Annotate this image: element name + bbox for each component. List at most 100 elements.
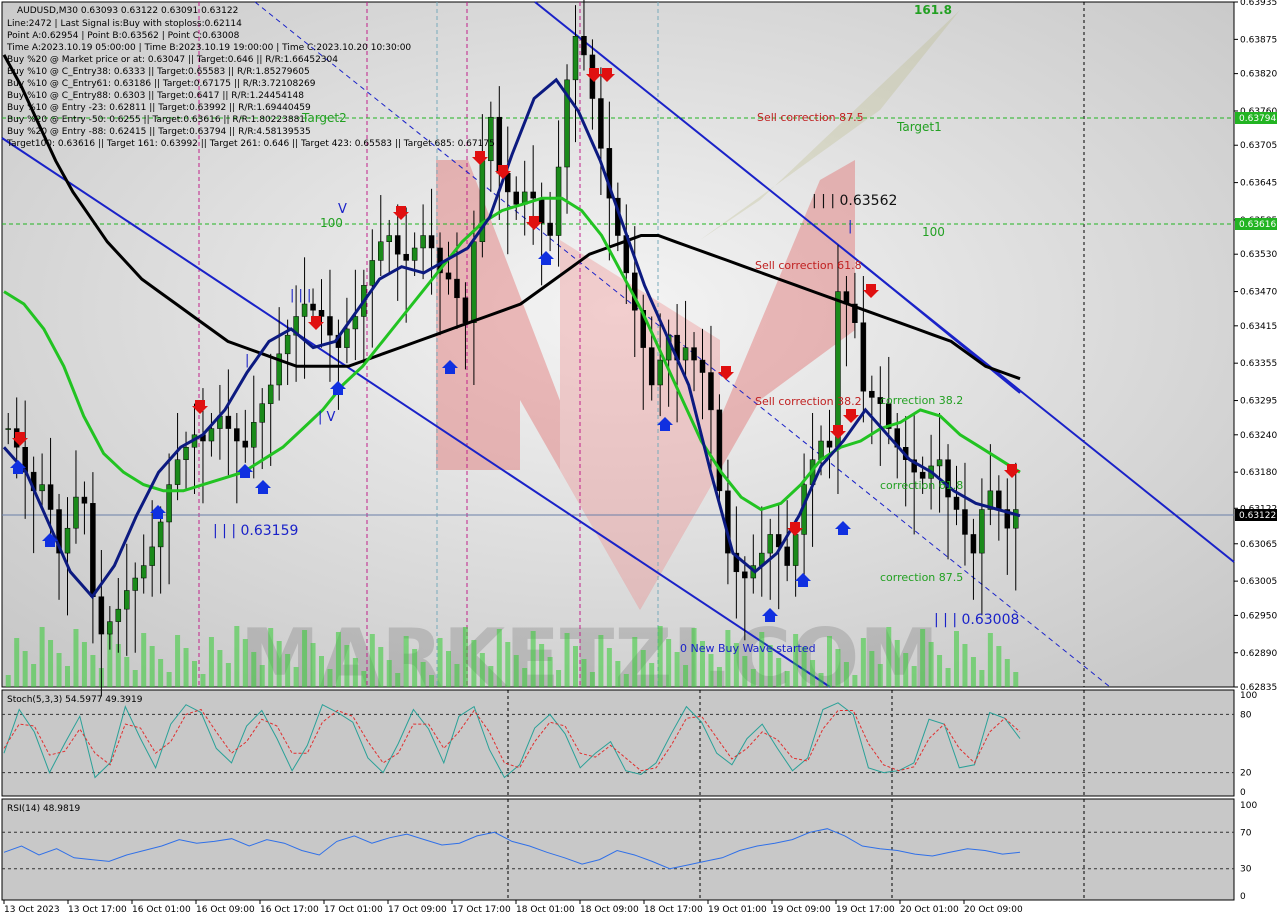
volume-bar <box>141 633 147 687</box>
volume-bar <box>158 659 164 687</box>
volume-bar <box>708 654 714 687</box>
candle-body <box>5 428 11 430</box>
info-line-6: Buy %10 @ C_Entry61: 0.63186 || Target:0… <box>7 79 316 89</box>
candle-body <box>39 484 45 492</box>
wave-b1-label: | <box>848 219 852 234</box>
volume-bar <box>488 666 494 687</box>
volume-bar <box>429 675 435 687</box>
volume-bar <box>73 629 79 687</box>
symbol-line: AUDUSD,M30 0.63093 0.63122 0.63091 0.631… <box>17 6 238 16</box>
price-tick-label: 0.63935 <box>1240 0 1277 8</box>
point-b-label: | | | 0.63562 <box>812 193 897 209</box>
volume-bar <box>547 657 553 687</box>
volume-bar <box>589 672 595 687</box>
volume-bar <box>225 663 231 687</box>
correction-618: correction 61.8 <box>880 479 963 492</box>
candle-body <box>115 608 122 622</box>
volume-bar <box>759 632 765 687</box>
info-line-3: Time A:2023.10.19 05:00:00 | Time B:2023… <box>6 43 411 53</box>
candle-body <box>598 98 604 149</box>
volume-bar <box>513 655 519 687</box>
volume-bar <box>420 662 426 687</box>
candle-body <box>505 173 511 193</box>
candle-body <box>513 191 519 205</box>
volume-bar <box>344 645 350 687</box>
rsi-title: RSI(14) 48.9819 <box>7 804 80 814</box>
volume-bar <box>505 642 511 687</box>
time-tick-label: 18 Oct 09:00 <box>580 905 639 915</box>
candle-body <box>767 534 773 554</box>
volume-bar <box>530 631 536 687</box>
volume-bar <box>606 648 612 687</box>
candle-body <box>547 222 553 236</box>
candle-body <box>140 565 147 579</box>
volume-bar <box>877 664 883 687</box>
info-line-1: Line:2472 | Last Signal is:Buy with stop… <box>7 19 242 29</box>
volume-bar <box>920 629 926 687</box>
price-tick-label: 0.63530 <box>1240 250 1277 260</box>
candle-body <box>530 191 536 199</box>
volume-bar <box>945 668 951 687</box>
volume-bar <box>276 641 282 687</box>
volume-bar <box>369 634 375 687</box>
chart-window: MARKETZI.COM Target2 Target1 161.8 100 1… <box>0 0 1280 920</box>
volume-bar <box>573 646 578 687</box>
volume-bar <box>65 666 70 687</box>
correction-382: correction 38.2 <box>880 394 963 407</box>
volume-bar <box>776 658 782 687</box>
volume-bar <box>251 652 257 687</box>
indicator-tick-label: 100 <box>1240 691 1257 701</box>
volume-bar <box>302 630 308 687</box>
volume-bar <box>437 638 443 687</box>
candle-body <box>81 496 88 504</box>
info-line-7: Buy %10 @ C_Entry88: 0.6303 || Target:0.… <box>7 91 304 101</box>
volume-bar <box>200 674 206 687</box>
candle-body <box>538 197 545 224</box>
candle-body <box>344 328 350 348</box>
wave-3-label: | | | <box>290 288 311 303</box>
volume-bar <box>556 670 562 687</box>
volume-bar <box>903 653 909 687</box>
candle-body <box>462 297 469 323</box>
volume-bar <box>683 665 689 687</box>
candle-body <box>445 272 452 280</box>
wave-1-label: | <box>245 353 249 368</box>
volume-bar <box>471 640 477 687</box>
rsi-pane[interactable] <box>1 798 1235 901</box>
candle-body <box>386 235 392 242</box>
candle-body <box>327 316 333 336</box>
volume-bar <box>911 666 917 687</box>
volume-bar <box>1013 672 1019 687</box>
volume-bar <box>496 629 502 687</box>
volume-bar <box>208 637 214 687</box>
candle-body <box>352 316 359 330</box>
volume-bar <box>22 651 28 687</box>
volume-bar <box>869 651 875 687</box>
volume-bar <box>378 647 384 687</box>
candle-body <box>242 440 249 448</box>
candle-body <box>369 260 376 286</box>
price-tick-label: 0.63180 <box>1240 468 1277 478</box>
volume-bar <box>5 675 11 687</box>
volume-bar <box>640 650 646 687</box>
info-line-4: Buy %20 @ Market price or at: 0.63047 ||… <box>7 55 338 65</box>
volume-bar <box>860 638 866 687</box>
candle-body <box>826 440 833 448</box>
correction-875: correction 87.5 <box>880 571 963 584</box>
candle-body <box>318 310 325 317</box>
volume-bar <box>183 648 189 687</box>
candle-body <box>1013 509 1019 529</box>
fib-100-label-a: 100 <box>320 216 343 230</box>
target-tag-2: 0.63616 <box>1239 220 1276 230</box>
volume-bar <box>403 636 409 687</box>
volume-bar <box>14 638 20 687</box>
sell-correction-382: Sell correction 38.2 <box>755 395 862 408</box>
current-price-tag: 0.63122 <box>1239 511 1276 521</box>
candle-body <box>962 509 968 535</box>
candle-body <box>919 471 926 479</box>
target1-label: Target1 <box>896 120 942 134</box>
volume-bar <box>462 627 468 687</box>
volume-bar <box>31 664 37 687</box>
stoch-pane[interactable] <box>1 689 1235 797</box>
info-line-9: Buy %20 @ Entry -50: 0.6255 || Target:0.… <box>7 115 305 125</box>
